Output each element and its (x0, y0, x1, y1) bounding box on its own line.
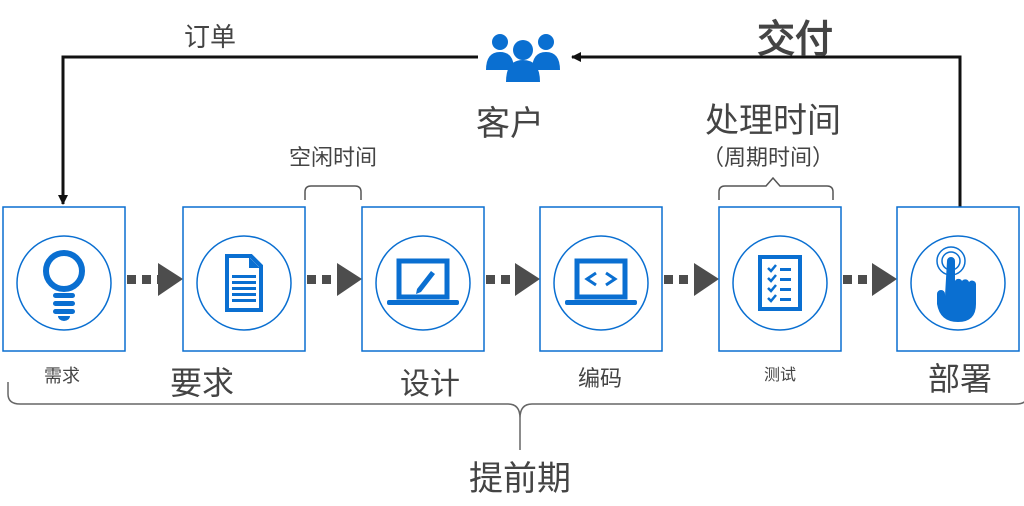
stage-label: 设计 (400, 367, 460, 402)
flow-arrow (486, 263, 540, 296)
process-time-label: 处理时间 (705, 101, 841, 141)
order-line (58, 55, 478, 205)
order-label: 订单 (184, 23, 236, 53)
stage-label: 测试 (764, 365, 796, 384)
lead-time-brace (7, 382, 1024, 450)
customer-label: 客户 (476, 104, 544, 144)
flow-arrow (664, 263, 719, 296)
process-time-bracket (718, 176, 834, 200)
stage-box (539, 206, 663, 352)
stage-box (718, 206, 842, 352)
flow-arrow (127, 263, 183, 296)
stage-label: 需求 (44, 366, 80, 387)
stage-label: 要求 (170, 364, 234, 402)
flow-arrow (843, 263, 897, 296)
stage-box (896, 206, 1020, 352)
lead-time-diagram: 订单 客户 交付 空闲时间 处理时间 （周期时间） 提前期 需求 要求 设计 编… (0, 0, 1024, 506)
stage-label: 部署 (928, 360, 992, 398)
delivery-label: 交付 (757, 17, 833, 61)
people-icon (486, 34, 560, 82)
stage-box (2, 206, 126, 352)
flow-arrow (307, 263, 362, 296)
cycle-time-label: （周期时间） (702, 146, 834, 171)
idle-time-label: 空闲时间 (289, 146, 377, 171)
lead-time-label: 提前期 (469, 459, 571, 499)
idle-time-bracket (304, 185, 362, 200)
stage-box (182, 206, 306, 352)
stage-box (361, 206, 485, 352)
stage-label: 编码 (578, 367, 622, 392)
